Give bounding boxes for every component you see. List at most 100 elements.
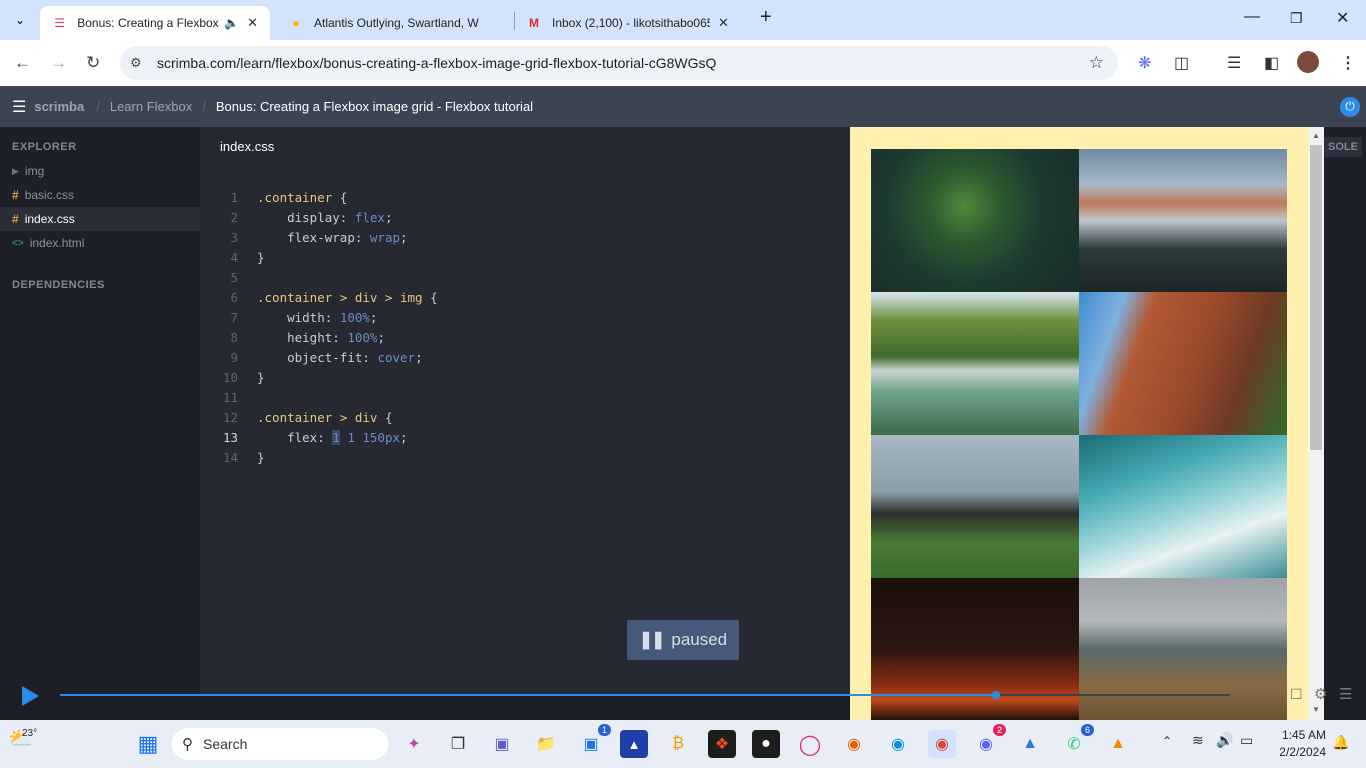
task-view-icon[interactable]: ❐ — [444, 730, 472, 758]
bitcoin-icon[interactable]: ₿ — [664, 730, 692, 758]
url-text: scrimba.com/learn/flexbox/bonus-creating… — [157, 55, 717, 71]
microsoft-store-icon[interactable]: ▣ 1 — [577, 724, 611, 758]
side-panel-icon[interactable]: ◧ — [1264, 53, 1279, 73]
chrome-icon[interactable]: ◉ — [928, 730, 956, 758]
explorer-heading: EXPLORER — [12, 141, 77, 153]
opera-icon[interactable]: ◯ — [796, 730, 824, 758]
notification-bell-icon[interactable]: 🔔 — [1332, 734, 1349, 751]
bookmark-icon[interactable]: ☐ — [1290, 686, 1303, 703]
code-line[interactable]: 5 — [200, 267, 438, 287]
close-tab-icon[interactable]: ✕ — [718, 15, 729, 31]
site-info-icon[interactable]: ⚙ — [130, 55, 142, 71]
battery-icon[interactable]: ▭ — [1240, 732, 1253, 749]
code-line[interactable]: 1 .container { — [200, 187, 438, 207]
edge-icon[interactable]: ◉ — [884, 730, 912, 758]
tab-gmail[interactable]: M Inbox (2,100) - likotsithabo0650 ✕ — [514, 6, 754, 40]
speaker-icon[interactable]: 🔈 — [224, 16, 239, 30]
line-number: 9 — [230, 349, 238, 365]
scrimba-logo-icon[interactable]: ☰ — [12, 97, 26, 117]
sidebar-item-index-css[interactable]: # index.css — [0, 207, 200, 231]
reload-icon[interactable]: ↻ — [86, 53, 100, 73]
code-line[interactable]: 8 height: 100%; — [200, 327, 438, 347]
vscode-like-icon[interactable]: ▲ — [620, 730, 648, 758]
firefox-icon[interactable]: ◉ — [840, 730, 868, 758]
discord-icon[interactable]: ◉ 2 — [972, 724, 1006, 758]
code-line[interactable]: 14} — [200, 447, 438, 467]
address-bar[interactable]: ⚙ scrimba.com/learn/flexbox/bonus-creati… — [120, 46, 1118, 80]
line-number: 8 — [230, 329, 238, 345]
code-line[interactable]: 12 .container > div { — [200, 407, 438, 427]
app-logo-text[interactable]: scrimba — [34, 99, 84, 114]
volume-icon[interactable]: 🔊 — [1216, 732, 1233, 749]
console-tab[interactable]: SOLE — [1324, 137, 1362, 157]
line-content: flex: 1 1 150px; — [287, 429, 408, 445]
close-window-button[interactable]: ✕ — [1336, 8, 1349, 28]
figma-icon[interactable]: ❖ — [708, 730, 736, 758]
copilot-icon[interactable]: ✦ — [400, 730, 428, 758]
scrollbar-thumb[interactable] — [1310, 145, 1322, 450]
bookmark-star-icon[interactable]: ☆ — [1089, 53, 1104, 73]
vlc-icon[interactable]: ▲ — [1104, 730, 1132, 758]
code-line[interactable]: 4} — [200, 247, 438, 267]
line-content: } — [257, 369, 265, 385]
extension-icon[interactable]: ❋ — [1138, 53, 1151, 73]
code-line[interactable]: 9 object-fit: cover; — [200, 347, 438, 367]
tab-title: Bonus: Creating a Flexbox im — [77, 16, 221, 30]
sidebar-item-basic-css[interactable]: # basic.css — [0, 183, 200, 207]
file-explorer-icon[interactable]: 📁 — [532, 730, 560, 758]
tray-chevron-icon[interactable]: ⌃ — [1162, 734, 1172, 748]
photos-icon[interactable]: ▲ — [1016, 730, 1044, 758]
menu-icon[interactable]: ☰ — [1339, 685, 1352, 703]
whatsapp-icon[interactable]: ✆ 6 — [1060, 724, 1094, 758]
code-line[interactable]: 11 — [200, 387, 438, 407]
line-content: flex-wrap: wrap; — [287, 229, 408, 245]
clock-date[interactable]: 2/2/2024 — [1266, 745, 1326, 759]
restore-button[interactable]: ❐ — [1290, 10, 1303, 27]
settings-gear-icon[interactable]: ⚙ — [1314, 685, 1327, 703]
media-control-icon[interactable]: ☰ — [1227, 53, 1241, 73]
clock-time[interactable]: 1:45 AM — [1266, 728, 1326, 742]
start-menu-icon[interactable]: ▦ — [134, 730, 162, 758]
code-line[interactable]: 7 width: 100%; — [200, 307, 438, 327]
tab-scrimba[interactable]: ☰ Bonus: Creating a Flexbox im 🔈 ✕ — [40, 6, 270, 40]
browser-menu-icon[interactable]: ⋮ — [1340, 53, 1356, 73]
power-icon[interactable]: ⏻ — [1340, 96, 1360, 117]
profile-avatar[interactable] — [1297, 51, 1319, 73]
html-file-icon: <> — [12, 237, 24, 249]
breadcrumb-separator: / — [96, 99, 100, 114]
play-icon[interactable] — [22, 686, 39, 706]
css-file-icon: # — [12, 212, 19, 226]
code-line[interactable]: 10} — [200, 367, 438, 387]
scrimba-icon: ☰ — [54, 16, 65, 30]
paused-indicator[interactable]: ❚❚ paused — [627, 620, 739, 660]
minimize-button[interactable]: — — [1244, 8, 1260, 26]
code-line[interactable]: 2 display: flex; — [200, 207, 438, 227]
code-line[interactable]: 6 .container > div > img { — [200, 287, 437, 307]
breadcrumb-course[interactable]: Learn Flexbox — [110, 99, 192, 114]
code-editor[interactable]: index.css 1 .container {2 display: flex; 3… — [200, 127, 850, 695]
extensions-puzzle-icon[interactable]: ◫ — [1174, 53, 1189, 73]
breadcrumb-lesson: Bonus: Creating a Flexbox image grid - F… — [215, 99, 534, 114]
preview-pane — [850, 127, 1324, 720]
scroll-up-icon[interactable]: ▲ — [1312, 131, 1320, 140]
back-icon[interactable]: ← — [14, 53, 31, 73]
tab-atlantis[interactable]: ● Atlantis Outlying, Swartland, W — [276, 6, 512, 40]
tab-search-button[interactable]: ⌄ — [6, 6, 34, 34]
new-tab-button[interactable]: + — [760, 6, 772, 29]
forward-icon[interactable]: → — [50, 53, 67, 73]
line-number: 1 — [230, 189, 238, 205]
sidebar-item-index-html[interactable]: <> index.html — [0, 231, 200, 255]
teams-icon[interactable]: ▣ — [488, 730, 516, 758]
taskbar-search[interactable]: ⚲ Search — [172, 728, 388, 760]
close-tab-icon[interactable]: ✕ — [247, 15, 258, 31]
line-number: 13 — [222, 429, 238, 445]
progress-handle[interactable] — [992, 691, 1000, 699]
github-icon[interactable]: ● — [752, 730, 780, 758]
sidebar-item-img[interactable]: ▶ img — [0, 159, 200, 183]
code-line[interactable]: 13 flex: 1 1 150px; — [200, 427, 438, 447]
code-lines[interactable]: 1 .container {2 display: flex; 3 flex-wrap… — [200, 187, 438, 467]
code-line[interactable]: 3 flex-wrap: wrap; — [200, 227, 438, 247]
line-number: 5 — [230, 269, 238, 285]
photo-forest-fern — [871, 149, 1079, 292]
wifi-icon[interactable]: ≋ — [1192, 732, 1204, 749]
